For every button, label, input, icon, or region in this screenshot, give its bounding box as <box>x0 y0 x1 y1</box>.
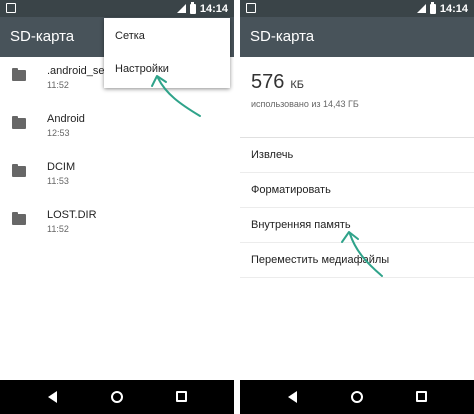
back-icon[interactable] <box>48 391 57 403</box>
storage-used-value: 576 <box>251 71 285 93</box>
pointer-arrow-icon <box>151 75 201 117</box>
status-bar: 14:14 <box>240 0 474 17</box>
folder-icon <box>12 68 26 81</box>
home-icon[interactable] <box>351 391 363 403</box>
left-screen: 14:14 SD-карта .android_sec 11:52 Androi… <box>0 0 234 414</box>
folder-icon <box>12 212 26 225</box>
notification-icon <box>6 3 16 13</box>
page-title: SD-карта <box>250 28 315 45</box>
action-format[interactable]: Форматировать <box>240 173 474 208</box>
app-bar: SD-карта <box>240 17 474 57</box>
signal-icon <box>176 4 186 13</box>
notification-icon <box>246 3 256 13</box>
file-time: 12:53 <box>47 128 70 138</box>
file-row-lost-dir[interactable]: LOST.DIR 11:52 <box>0 201 234 249</box>
file-time: 11:53 <box>47 176 69 186</box>
back-icon[interactable] <box>288 391 297 403</box>
right-screen: 14:14 SD-карта 576 КБ использовано из 14,… <box>240 0 474 414</box>
folder-icon <box>12 164 26 177</box>
storage-description: использовано из 14,43 ГБ <box>251 99 359 109</box>
file-time: 11:52 <box>47 80 69 90</box>
pointer-arrow-icon <box>341 231 383 277</box>
menu-item-grid[interactable]: Сетка <box>104 20 230 53</box>
folder-icon <box>12 116 26 129</box>
storage-used-unit: КБ <box>290 79 305 91</box>
storage-summary: 576 КБ использовано из 14,43 ГБ <box>240 57 474 137</box>
navigation-bar <box>240 380 474 414</box>
status-time: 14:14 <box>199 2 228 15</box>
battery-icon <box>429 1 436 14</box>
navigation-bar <box>0 380 234 414</box>
recents-icon[interactable] <box>416 391 427 402</box>
action-eject[interactable]: Извлечь <box>240 138 474 173</box>
file-name: .android_sec <box>47 65 110 77</box>
status-time: 14:14 <box>439 2 468 15</box>
file-row-dcim[interactable]: DCIM 11:53 <box>0 153 234 201</box>
file-name: DCIM <box>47 161 76 173</box>
file-name: LOST.DIR <box>47 209 97 221</box>
recents-icon[interactable] <box>176 391 187 402</box>
file-time: 11:52 <box>47 224 69 234</box>
home-icon[interactable] <box>111 391 123 403</box>
file-name: Android <box>47 113 85 125</box>
battery-icon <box>189 1 196 14</box>
status-bar: 14:14 <box>0 0 234 17</box>
page-title: SD-карта <box>10 28 75 45</box>
signal-icon <box>416 4 426 13</box>
storage-used: 576 КБ <box>251 71 304 94</box>
